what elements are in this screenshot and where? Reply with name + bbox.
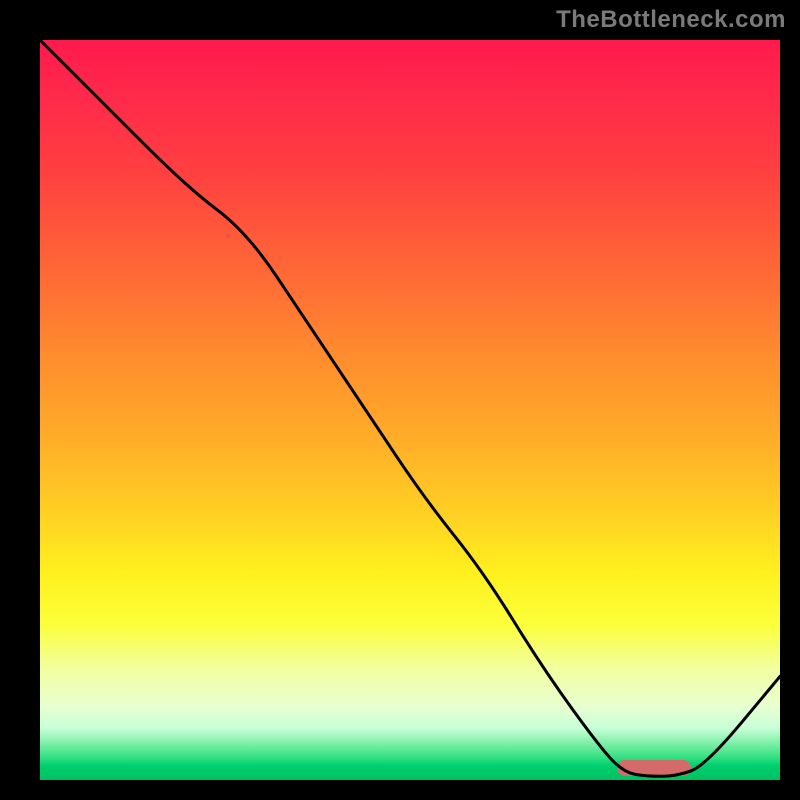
plot-area	[40, 40, 780, 780]
chart-stage: TheBottleneck.com	[0, 0, 800, 800]
watermark-text: TheBottleneck.com	[556, 6, 786, 34]
bottleneck-curve	[40, 40, 780, 780]
curve-path	[40, 40, 780, 776]
